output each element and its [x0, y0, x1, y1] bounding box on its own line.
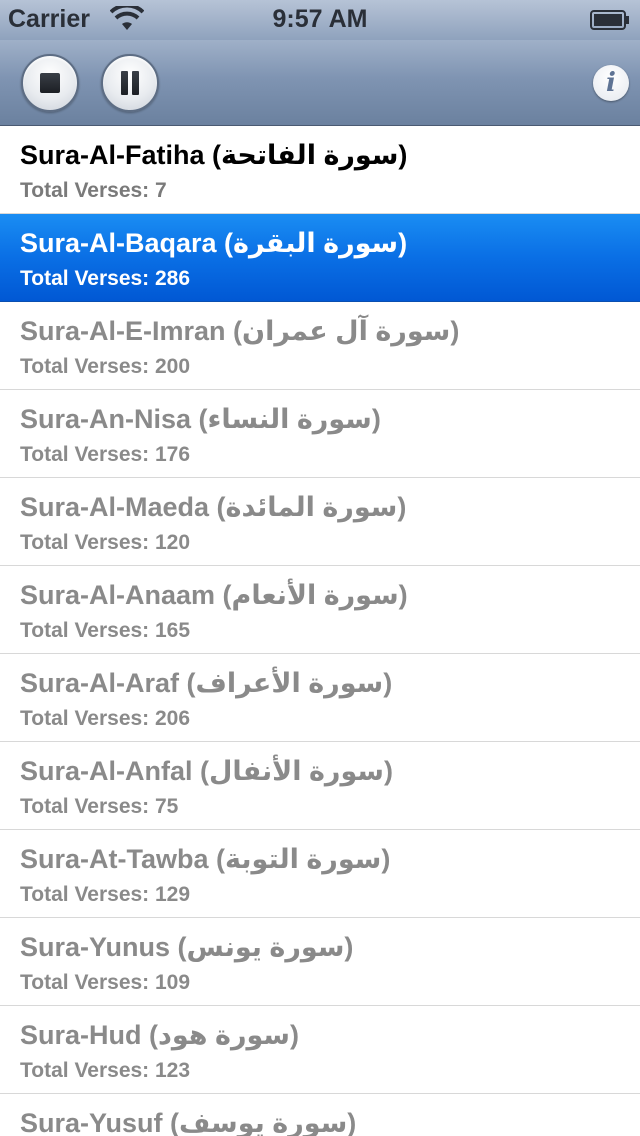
player-toolbar: i	[0, 40, 640, 126]
sura-row[interactable]: Sura-An-Nisa (سورة النساء) Total Verses: …	[0, 390, 640, 478]
sura-verse-count: Total Verses: 165	[20, 619, 191, 642]
sura-title: Sura-Al-Baqara (سورة البقرة)	[20, 228, 408, 258]
sura-row[interactable]: Sura-Al-Anaam (سورة الأنعام) Total Verses…	[0, 566, 640, 654]
pause-icon	[121, 71, 128, 95]
sura-verse-count: Total Verses: 129	[20, 883, 191, 906]
sura-title: Sura-Yunus (سورة يونس)	[20, 932, 354, 962]
sura-verse-count: Total Verses: 123	[20, 1059, 191, 1082]
pause-icon-bar	[132, 71, 139, 95]
sura-title: Sura-Al-Anaam (سورة الأنعام)	[20, 580, 408, 610]
sura-title: Sura-Al-Araf (سورة الأعراف)	[20, 668, 393, 698]
sura-row[interactable]: Sura-Hud (سورة هود) Total Verses: 123	[0, 1006, 640, 1094]
sura-row[interactable]: Sura-Al-Baqara (سورة البقرة) Total Verses…	[0, 214, 640, 302]
sura-verse-count: Total Verses: 286	[20, 267, 191, 290]
sura-row[interactable]: Sura-Al-E-Imran (سورة آل عمران) Total Ver…	[0, 302, 640, 390]
sura-verse-count: Total Verses: 109	[20, 971, 191, 994]
pause-button[interactable]	[101, 54, 159, 112]
sura-verse-count: Total Verses: 75	[20, 795, 179, 818]
sura-row[interactable]: Sura-Al-Araf (سورة الأعراف) Total Verses:…	[0, 654, 640, 742]
sura-verse-count: Total Verses: 200	[20, 355, 191, 378]
sura-row[interactable]: Sura-Al-Fatiha (سورة الفاتحة) Total Verse…	[0, 126, 640, 214]
sura-title: Sura-Al-Fatiha (سورة الفاتحة)	[20, 140, 408, 170]
sura-verse-count: Total Verses: 7	[20, 179, 167, 202]
sura-title: Sura-At-Tawba (سورة التوبة)	[20, 844, 391, 874]
sura-row[interactable]: Sura-At-Tawba (سورة التوبة) Total Verses:…	[0, 830, 640, 918]
sura-title: Sura-Al-Maeda (سورة المائدة)	[20, 492, 407, 522]
sura-verse-count: Total Verses: 176	[20, 443, 191, 466]
sura-list: Sura-Al-Fatiha (سورة الفاتحة) Total Verse…	[0, 126, 640, 1136]
sura-title: Sura-Al-E-Imran (سورة آل عمران)	[20, 316, 460, 346]
stop-button[interactable]	[21, 54, 79, 112]
sura-row[interactable]: Sura-Al-Maeda (سورة المائدة) Total Verses…	[0, 478, 640, 566]
info-button[interactable]: i	[593, 65, 629, 101]
sura-verse-count: Total Verses: 120	[20, 531, 191, 554]
sura-title: Sura-An-Nisa (سورة النساء)	[20, 404, 381, 434]
sura-title: Sura-Al-Anfal (سورة الأنفال)	[20, 756, 393, 786]
status-time: 9:57 AM	[272, 5, 368, 33]
sura-row[interactable]: Sura-Yunus (سورة يونس) Total Verses: 109	[0, 918, 640, 1006]
sura-verse-count: Total Verses: 206	[20, 707, 191, 730]
status-bar: Carrier 9:57 AM	[0, 0, 640, 40]
sura-row[interactable]: Sura-Al-Anfal (سورة الأنفال) Total Verses…	[0, 742, 640, 830]
sura-row[interactable]: Sura-Yusuf (سورة يوسف)	[0, 1094, 640, 1136]
sura-title: Sura-Yusuf (سورة يوسف)	[20, 1108, 357, 1136]
battery-icon	[590, 10, 629, 30]
stop-icon	[40, 73, 60, 93]
sura-title: Sura-Hud (سورة هود)	[20, 1020, 299, 1050]
